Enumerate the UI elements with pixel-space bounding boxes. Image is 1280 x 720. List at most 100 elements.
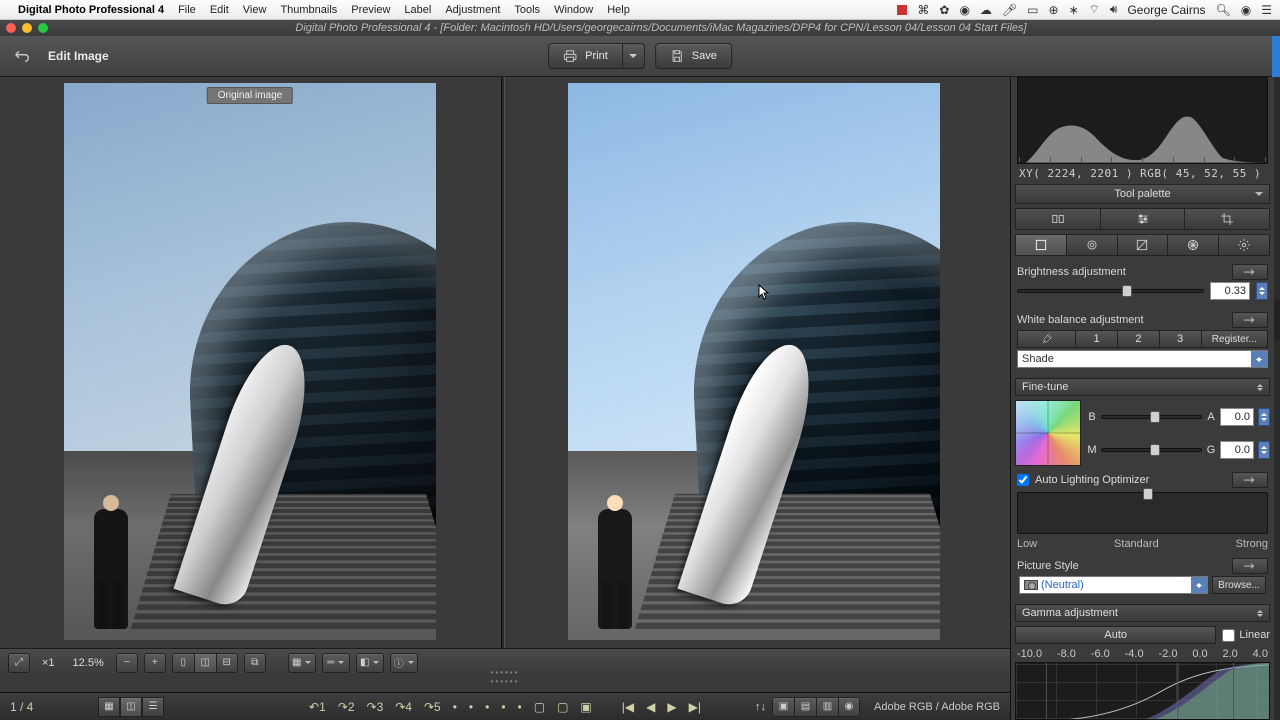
compare-single[interactable]: ▯ (172, 653, 194, 673)
wb-reset[interactable] (1232, 312, 1268, 328)
nav-mark[interactable]: ↷2 (335, 700, 358, 714)
gamma-linear[interactable]: Linear (1222, 629, 1270, 642)
mode-sliders[interactable] (1101, 208, 1186, 230)
compare-split-v[interactable]: ◫ (194, 653, 216, 673)
brightness-value[interactable]: 0.33 (1210, 282, 1250, 300)
fit-button[interactable]: ⤢ (8, 653, 30, 673)
app-name[interactable]: Digital Photo Professional 4 (18, 4, 164, 16)
menu-file[interactable]: File (178, 4, 196, 16)
tab-settings[interactable] (1219, 234, 1270, 256)
nav-box[interactable]: ▣ (577, 700, 594, 714)
zoom-in-button[interactable]: + (144, 653, 166, 673)
menu-preview[interactable]: Preview (351, 4, 390, 16)
guides-dropdown[interactable]: ═ (322, 653, 350, 673)
compare-link[interactable]: ⧉ (244, 653, 266, 673)
tab-detail[interactable] (1067, 234, 1118, 256)
tool-palette-header[interactable]: Tool palette (1015, 184, 1270, 204)
ps-browse[interactable]: Browse... (1212, 576, 1266, 594)
gamma-linear-checkbox[interactable] (1222, 629, 1235, 642)
menu-thumbnails[interactable]: Thumbnails (280, 4, 337, 16)
siri-icon[interactable]: ◉ (1241, 3, 1251, 17)
nav-mark[interactable]: ↷4 (392, 700, 415, 714)
gamma-header[interactable]: Gamma adjustment (1015, 604, 1270, 622)
wb-mode-combo[interactable]: Shade (1017, 350, 1268, 368)
nav-dot[interactable]: • (498, 700, 508, 714)
preview-original[interactable]: Original image (64, 83, 436, 640)
menu-window[interactable]: Window (554, 4, 593, 16)
gamma-curve[interactable] (1015, 662, 1270, 720)
notification-center-icon[interactable]: ☰ (1261, 3, 1272, 17)
menu-help[interactable]: Help (607, 4, 630, 16)
print-dropdown[interactable] (623, 43, 645, 69)
nav-dot[interactable]: • (482, 700, 492, 714)
info-dropdown[interactable]: ⓘ (390, 653, 418, 673)
view-list-button[interactable]: ☰ (142, 697, 164, 717)
tray-icon[interactable]: ⊕ (1049, 3, 1059, 17)
close-window-button[interactable] (6, 23, 16, 33)
spotlight-icon[interactable]: 🔍︎ (1216, 3, 1231, 17)
nav-dot[interactable]: • (466, 700, 476, 714)
alo-checkbox[interactable] (1017, 474, 1029, 486)
tray-icon[interactable]: ⌘ (917, 3, 929, 17)
panel-toggle-3[interactable]: ▥ (816, 697, 838, 717)
user-name[interactable]: George Cairns (1127, 3, 1205, 17)
compare-split-h[interactable]: ⊟ (216, 653, 238, 673)
tray-camera-icon[interactable]: ◉ (959, 3, 969, 17)
view-grid-button[interactable]: ▦ (98, 697, 120, 717)
nav-prev[interactable]: ◀ (643, 700, 658, 714)
alo-reset[interactable] (1232, 472, 1268, 488)
wb-preset-2[interactable]: 2 (1118, 330, 1160, 348)
wb-preset-1[interactable]: 1 (1076, 330, 1118, 348)
nav-dot[interactable]: • (515, 700, 525, 714)
gamma-auto[interactable]: Auto (1015, 626, 1216, 644)
panel-toggle-2[interactable]: ▤ (794, 697, 816, 717)
preview-edited[interactable] (568, 83, 940, 640)
alo-slider[interactable] (1017, 492, 1268, 534)
panel-toggle-1[interactable]: ▣ (772, 697, 794, 717)
menu-view[interactable]: View (243, 4, 267, 16)
sort-button[interactable]: ↑↓ (755, 701, 766, 713)
overlay-dropdown[interactable]: ◧ (356, 653, 384, 673)
menu-tools[interactable]: Tools (514, 4, 540, 16)
mode-before-after[interactable] (1015, 208, 1101, 230)
nav-mark[interactable]: ↷3 (364, 700, 387, 714)
tray-bluetooth-icon[interactable]: ∗ (1069, 3, 1079, 17)
ft-a-stepper[interactable] (1258, 408, 1270, 426)
minimize-window-button[interactable] (22, 23, 32, 33)
save-button[interactable]: Save (655, 43, 732, 69)
grid-dropdown[interactable]: ▦ (288, 653, 316, 673)
hue-picker[interactable] (1015, 400, 1081, 466)
tray-display-icon[interactable]: ▭ (1027, 3, 1038, 17)
nav-last[interactable]: ▶| (686, 700, 704, 714)
nav-box[interactable]: ▢ (554, 700, 571, 714)
tray-mic-icon[interactable]: 🎤︎ (1002, 3, 1017, 17)
ft-g-value[interactable]: 0.0 (1220, 441, 1254, 459)
record-icon[interactable] (897, 5, 907, 15)
split-divider[interactable] (501, 77, 505, 675)
tab-basic[interactable] (1015, 234, 1067, 256)
nav-box[interactable]: ▢ (531, 700, 548, 714)
print-button[interactable]: Print (548, 43, 645, 69)
brightness-reset[interactable] (1232, 264, 1268, 280)
brightness-stepper[interactable] (1256, 282, 1268, 300)
nav-next[interactable]: ▶ (664, 700, 679, 714)
finetune-header[interactable]: Fine-tune (1015, 378, 1270, 396)
drag-handle-icon[interactable]: •••••••••••• (491, 668, 520, 686)
brightness-slider[interactable] (1017, 289, 1204, 293)
wb-preset-3[interactable]: 3 (1160, 330, 1202, 348)
tray-cloud-icon[interactable]: ☁ (980, 3, 992, 17)
tab-lens[interactable] (1168, 234, 1219, 256)
wb-eyedropper[interactable] (1017, 330, 1076, 348)
tray-volume-icon[interactable]: 🔊︎ (1110, 2, 1118, 17)
nav-mark[interactable]: ↷5 (421, 700, 444, 714)
panel-collapse-grip[interactable] (1274, 300, 1280, 340)
nav-dot[interactable]: • (450, 700, 460, 714)
nav-first[interactable]: |◀ (619, 700, 637, 714)
nav-mark[interactable]: ↶1 (306, 700, 329, 714)
wb-register[interactable]: Register... (1202, 330, 1268, 348)
menu-adjustment[interactable]: Adjustment (445, 4, 500, 16)
menu-edit[interactable]: Edit (210, 4, 229, 16)
ft-g-stepper[interactable] (1258, 441, 1270, 459)
histogram[interactable] (1017, 77, 1268, 164)
back-button[interactable] (10, 45, 32, 67)
